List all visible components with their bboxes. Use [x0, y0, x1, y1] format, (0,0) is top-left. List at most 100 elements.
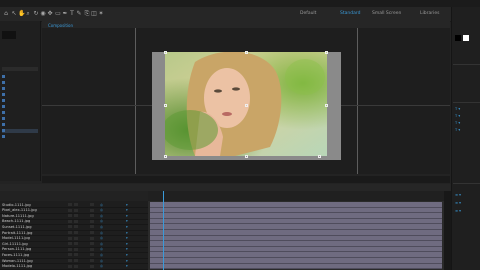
parent-dropdown[interactable]: ◎ — [100, 242, 103, 246]
char-field[interactable]: T ▾ — [455, 121, 460, 125]
layer-switch[interactable] — [74, 264, 78, 268]
anchor-point-handle[interactable] — [245, 104, 248, 107]
blend-mode-select[interactable] — [90, 253, 94, 257]
blend-mode-select[interactable] — [90, 242, 94, 246]
timeline-tracks[interactable] — [148, 191, 444, 270]
blend-mode-select[interactable] — [90, 225, 94, 229]
parent-dropdown[interactable]: ◎ — [100, 247, 103, 251]
layer-switch[interactable] — [74, 203, 78, 206]
project-item[interactable] — [2, 87, 38, 91]
parent-dropdown[interactable]: ◎ — [100, 225, 103, 229]
project-item[interactable] — [2, 93, 38, 97]
parent-dropdown[interactable]: ▾ — [126, 231, 128, 235]
parent-dropdown[interactable]: ◎ — [100, 208, 103, 212]
layer-switch[interactable] — [74, 208, 78, 212]
project-item[interactable] — [2, 99, 38, 103]
eraser-icon[interactable]: ◫ — [91, 10, 97, 17]
anchor-icon[interactable]: ✥ — [47, 10, 53, 17]
transform-handle[interactable] — [318, 155, 321, 158]
blend-mode-select[interactable] — [90, 231, 94, 234]
puppet-icon[interactable]: ✶ — [98, 10, 104, 17]
parent-dropdown[interactable]: ▾ — [126, 208, 128, 212]
project-item[interactable] — [2, 135, 38, 139]
layer-switch[interactable] — [68, 253, 72, 257]
zoom-icon[interactable]: ⌕ — [25, 10, 31, 17]
layer-switch[interactable] — [74, 253, 78, 257]
layer-switch[interactable] — [74, 219, 78, 223]
blend-mode-select[interactable] — [90, 214, 94, 218]
blend-mode-select[interactable] — [90, 219, 94, 223]
timeline-layer-row[interactable]: Modelo-1111.jpg ◎ ▾ — [0, 264, 148, 270]
paragraph-field[interactable]: ≡ ▾ — [455, 193, 461, 197]
composition-tab[interactable]: Composition — [48, 23, 73, 28]
parent-dropdown[interactable]: ▾ — [126, 264, 128, 268]
transform-handle[interactable] — [325, 104, 328, 107]
blend-mode-select[interactable] — [90, 247, 94, 251]
blend-mode-select[interactable] — [90, 208, 94, 212]
project-item-selected[interactable] — [2, 129, 38, 133]
text-icon[interactable]: T — [69, 10, 75, 17]
layer-switch[interactable] — [68, 264, 72, 268]
parent-dropdown[interactable]: ◎ — [100, 236, 103, 240]
workspace-tab-standard[interactable]: Standard — [340, 11, 360, 16]
rotate-icon[interactable]: ↻ — [33, 10, 39, 17]
workspace-tab-default[interactable]: Default — [300, 11, 316, 16]
transform-handle[interactable] — [245, 51, 248, 54]
pen-icon[interactable]: ✒ — [62, 10, 68, 17]
hand-icon[interactable]: ✋ — [18, 10, 25, 17]
parent-dropdown[interactable]: ▾ — [126, 253, 128, 257]
paragraph-field[interactable]: ≡ ▾ — [455, 201, 461, 205]
parent-dropdown[interactable]: ◎ — [100, 259, 103, 263]
parent-dropdown[interactable]: ▾ — [126, 236, 128, 240]
layer-switch[interactable] — [68, 242, 72, 246]
blend-mode-select[interactable] — [90, 236, 94, 240]
project-item[interactable] — [2, 105, 38, 109]
char-field[interactable]: T ▾ — [455, 114, 460, 118]
parent-dropdown[interactable]: ▾ — [126, 219, 128, 223]
layer-switch[interactable] — [74, 242, 78, 246]
transform-handle[interactable] — [325, 51, 328, 54]
layer-switch[interactable] — [74, 231, 78, 234]
time-ruler[interactable] — [148, 191, 444, 201]
layer-duration-bar[interactable] — [150, 263, 442, 270]
project-search-input[interactable] — [2, 67, 38, 71]
layer-switch[interactable] — [74, 225, 78, 229]
project-item[interactable] — [2, 123, 38, 127]
char-field[interactable]: T ▾ — [455, 128, 460, 132]
guide-line[interactable] — [357, 28, 358, 174]
parent-dropdown[interactable]: ◎ — [100, 231, 103, 235]
parent-dropdown[interactable]: ▾ — [126, 242, 128, 246]
workspace-tab-libraries[interactable]: Libraries — [420, 11, 439, 16]
parent-dropdown[interactable]: ▾ — [126, 247, 128, 251]
transform-handle[interactable] — [164, 104, 167, 107]
layer-switch[interactable] — [68, 214, 72, 218]
layer-switch[interactable] — [68, 247, 72, 251]
layer-switch[interactable] — [68, 231, 72, 234]
layer-switch[interactable] — [74, 214, 78, 218]
project-item[interactable] — [2, 75, 38, 79]
parent-dropdown[interactable]: ▾ — [126, 214, 128, 218]
parent-dropdown[interactable]: ▾ — [126, 225, 128, 229]
layer-switch[interactable] — [68, 259, 72, 262]
layer-switch[interactable] — [74, 247, 78, 251]
blend-mode-select[interactable] — [90, 259, 94, 262]
transform-handle[interactable] — [164, 155, 167, 158]
parent-dropdown[interactable]: ◎ — [100, 203, 103, 207]
parent-dropdown[interactable]: ▾ — [126, 259, 128, 263]
paragraph-field[interactable]: ≡ ▾ — [455, 209, 461, 213]
parent-dropdown[interactable]: ▾ — [126, 203, 128, 207]
clone-icon[interactable]: ⎘ — [84, 10, 90, 17]
layer-switch[interactable] — [68, 203, 72, 206]
rectangle-icon[interactable]: ▭ — [55, 10, 61, 17]
stroke-color-swatch[interactable] — [463, 35, 469, 41]
parent-dropdown[interactable]: ◎ — [100, 253, 103, 257]
playhead[interactable] — [162, 191, 164, 270]
blend-mode-select[interactable] — [90, 264, 94, 268]
layer-switch[interactable] — [68, 219, 72, 223]
camera-icon[interactable]: ◉ — [40, 10, 46, 17]
parent-dropdown[interactable]: ◎ — [100, 214, 103, 218]
blend-mode-select[interactable] — [90, 203, 94, 206]
guide-line[interactable] — [135, 28, 136, 174]
transform-handle[interactable] — [164, 51, 167, 54]
workspace-tab-small-screen[interactable]: Small Screen — [372, 11, 401, 16]
